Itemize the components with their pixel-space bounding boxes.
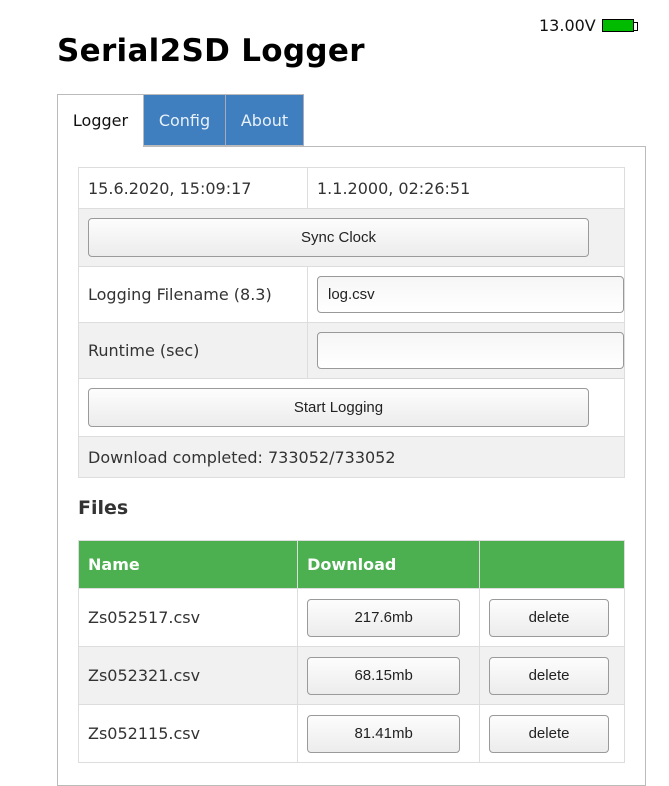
file-name: Zs052321.csv [77,646,299,705]
start-row: Start Logging [78,378,625,437]
logger-controls-table: 15.6.2020, 15:09:17 1.1.2000, 02:26:51 S… [78,167,625,478]
delete-button[interactable]: delete [489,598,610,637]
files-header-row: Name Download [77,540,625,589]
runtime-row: Runtime (sec) [78,322,625,379]
time-row: 15.6.2020, 15:09:17 1.1.2000, 02:26:51 [78,167,625,209]
tab-bar: Logger Config About [57,94,304,147]
runtime-input[interactable] [317,332,624,369]
delete-button[interactable]: delete [489,714,610,753]
start-logging-button[interactable]: Start Logging [88,388,589,427]
page-title: Serial2SD Logger [57,33,365,69]
device-time: 1.1.2000, 02:26:51 [307,167,625,209]
runtime-label: Runtime (sec) [78,322,308,379]
column-header-download: Download [297,540,481,589]
filename-label: Logging Filename (8.3) [78,266,308,323]
table-row: Zs052517.csv 217.6mb delete [77,588,625,647]
battery-full-icon [601,19,638,32]
battery-status: 13.00V [539,16,638,35]
delete-button[interactable]: delete [489,656,610,695]
files-heading: Files [78,497,129,519]
download-button[interactable]: 217.6mb [307,598,461,637]
sync-clock-button[interactable]: Sync Clock [88,218,589,257]
tab-about[interactable]: About [226,94,304,146]
voltage-readout: 13.00V [539,16,596,35]
files-table: Name Download Zs052517.csv 217.6mb delet… [77,540,625,763]
download-status: Download completed: 733052/733052 [78,436,625,478]
file-name: Zs052517.csv [77,588,299,647]
table-row: Zs052115.csv 81.41mb delete [77,704,625,763]
column-header-name: Name [77,540,299,589]
active-tab-joiner [58,146,143,147]
tab-logger[interactable]: Logger [57,94,144,147]
tab-config[interactable]: Config [144,94,226,146]
filename-input[interactable]: log.csv [317,276,624,313]
browser-time: 15.6.2020, 15:09:17 [78,167,308,209]
file-name: Zs052115.csv [77,704,299,763]
filename-row: Logging Filename (8.3) log.csv [78,266,625,323]
sync-row: Sync Clock [78,208,625,267]
table-row: Zs052321.csv 68.15mb delete [77,646,625,705]
download-button[interactable]: 81.41mb [307,714,461,753]
column-header-actions [479,540,625,589]
status-row: Download completed: 733052/733052 [78,436,625,478]
download-button[interactable]: 68.15mb [307,656,461,695]
